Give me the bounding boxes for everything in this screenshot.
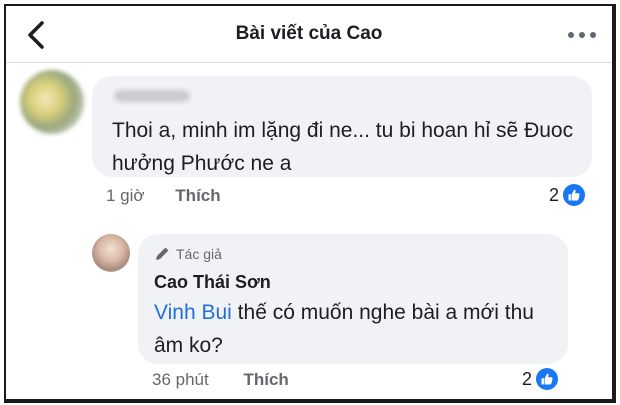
- commenter-avatar[interactable]: [20, 70, 84, 134]
- reply-bubble: Tác giả Cao Thái Sơn Vinh Bui thế có muố…: [138, 234, 568, 364]
- author-badge-label: Tác giả: [176, 246, 222, 262]
- reply-text: Vinh Bui thế có muốn nghe bài a mới thu …: [154, 296, 554, 362]
- author-badge: Tác giả: [154, 246, 222, 262]
- comment-meta: 1 giờ Thích: [106, 186, 221, 206]
- reaction-count: 2: [549, 184, 560, 205]
- reply-time[interactable]: 36 phút: [152, 370, 209, 389]
- reply-like-button[interactable]: Thích: [243, 370, 288, 389]
- blurred-author-name: [114, 90, 190, 102]
- comment-bubble: Thoi a, minh im lặng đi ne... tu bi hoan…: [92, 76, 592, 177]
- reply-meta: 36 phút Thích: [152, 370, 289, 390]
- mention-link[interactable]: Vinh Bui: [154, 301, 232, 324]
- reply-reaction-summary[interactable]: 2: [522, 368, 559, 390]
- reply-author-name[interactable]: Cao Thái Sơn: [154, 272, 271, 293]
- author-avatar[interactable]: [92, 234, 130, 272]
- reaction-summary[interactable]: 2: [549, 184, 586, 206]
- more-options-button[interactable]: [562, 20, 602, 50]
- page-title: Bài viết của Cao: [235, 23, 383, 44]
- pencil-icon: [156, 247, 169, 260]
- top-navigation-bar: Bài viết của Cao: [6, 6, 612, 63]
- like-button[interactable]: Thích: [175, 186, 220, 205]
- thumbs-up-icon: [563, 184, 586, 206]
- more-horizontal-icon: [568, 32, 596, 38]
- comment-text: Thoi a, minh im lặng đi ne... tu bi hoan…: [112, 119, 574, 175]
- reply-reaction-count: 2: [522, 368, 533, 389]
- thumbs-up-icon: [536, 368, 559, 390]
- comment-time[interactable]: 1 giờ: [106, 186, 145, 205]
- screenshot-frame: Bài viết của Cao Thoi a, minh im lặng đi…: [4, 4, 616, 403]
